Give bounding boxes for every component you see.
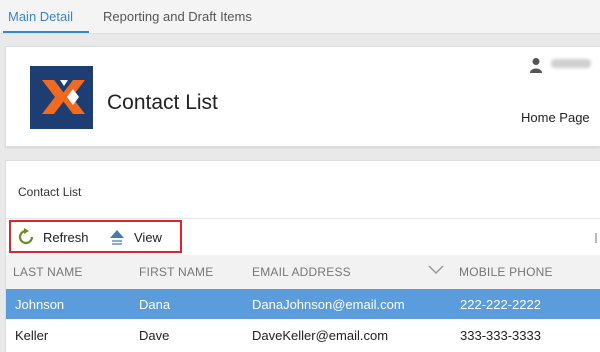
- home-page-link[interactable]: Home Page: [521, 110, 590, 125]
- toolbar-overflow[interactable]: [595, 233, 597, 243]
- user-name-blurred: [551, 59, 591, 68]
- cell-last-name: Keller: [15, 328, 49, 343]
- up-arrow-icon: [110, 230, 124, 245]
- column-header-first-name[interactable]: FIRST NAME: [139, 265, 213, 279]
- table-header: LAST NAME FIRST NAME EMAIL ADDRESS MOBIL…: [6, 255, 600, 289]
- view-label: View: [134, 229, 162, 245]
- page-title: Contact List: [107, 91, 218, 114]
- column-header-last-name[interactable]: LAST NAME: [13, 265, 83, 279]
- list-title: Contact List: [18, 185, 82, 199]
- column-header-mobile-phone[interactable]: MOBILE PHONE: [459, 265, 553, 279]
- table-row[interactable]: Johnson Dana DanaJohnson@email.com 222-2…: [6, 289, 600, 319]
- chevron-down-icon[interactable]: [427, 263, 445, 275]
- view-button[interactable]: View: [108, 227, 162, 247]
- refresh-button[interactable]: Refresh: [17, 227, 89, 247]
- refresh-label: Refresh: [43, 229, 89, 245]
- cell-email: DanaJohnson@email.com: [252, 297, 405, 312]
- cell-first-name: Dave: [139, 328, 170, 343]
- user-icon[interactable]: [529, 57, 543, 73]
- cell-email: DaveKeller@email.com: [252, 328, 389, 343]
- tab-reporting-draft-items[interactable]: Reporting and Draft Items: [103, 9, 252, 24]
- divider: [6, 218, 600, 219]
- app-header: Contact List Home Page: [5, 46, 600, 147]
- contact-list-panel: Contact List Refresh View LAST NAME FIRS…: [5, 160, 600, 352]
- active-tab-indicator: [3, 31, 89, 33]
- app-logo: [30, 66, 93, 129]
- cell-mobile-phone: 333-333-3333: [460, 328, 541, 343]
- tab-bar: Main Detail Reporting and Draft Items: [0, 0, 600, 34]
- table-row[interactable]: Keller Dave DaveKeller@email.com 333-333…: [6, 320, 600, 350]
- tab-main-detail[interactable]: Main Detail: [8, 9, 73, 24]
- logo-x-mark: [42, 80, 85, 114]
- cell-mobile-phone: 222-222-2222: [460, 297, 541, 312]
- cell-first-name: Dana: [139, 297, 171, 312]
- cell-last-name: Johnson: [15, 297, 65, 312]
- refresh-icon: [18, 228, 34, 245]
- column-header-email[interactable]: EMAIL ADDRESS: [252, 265, 351, 279]
